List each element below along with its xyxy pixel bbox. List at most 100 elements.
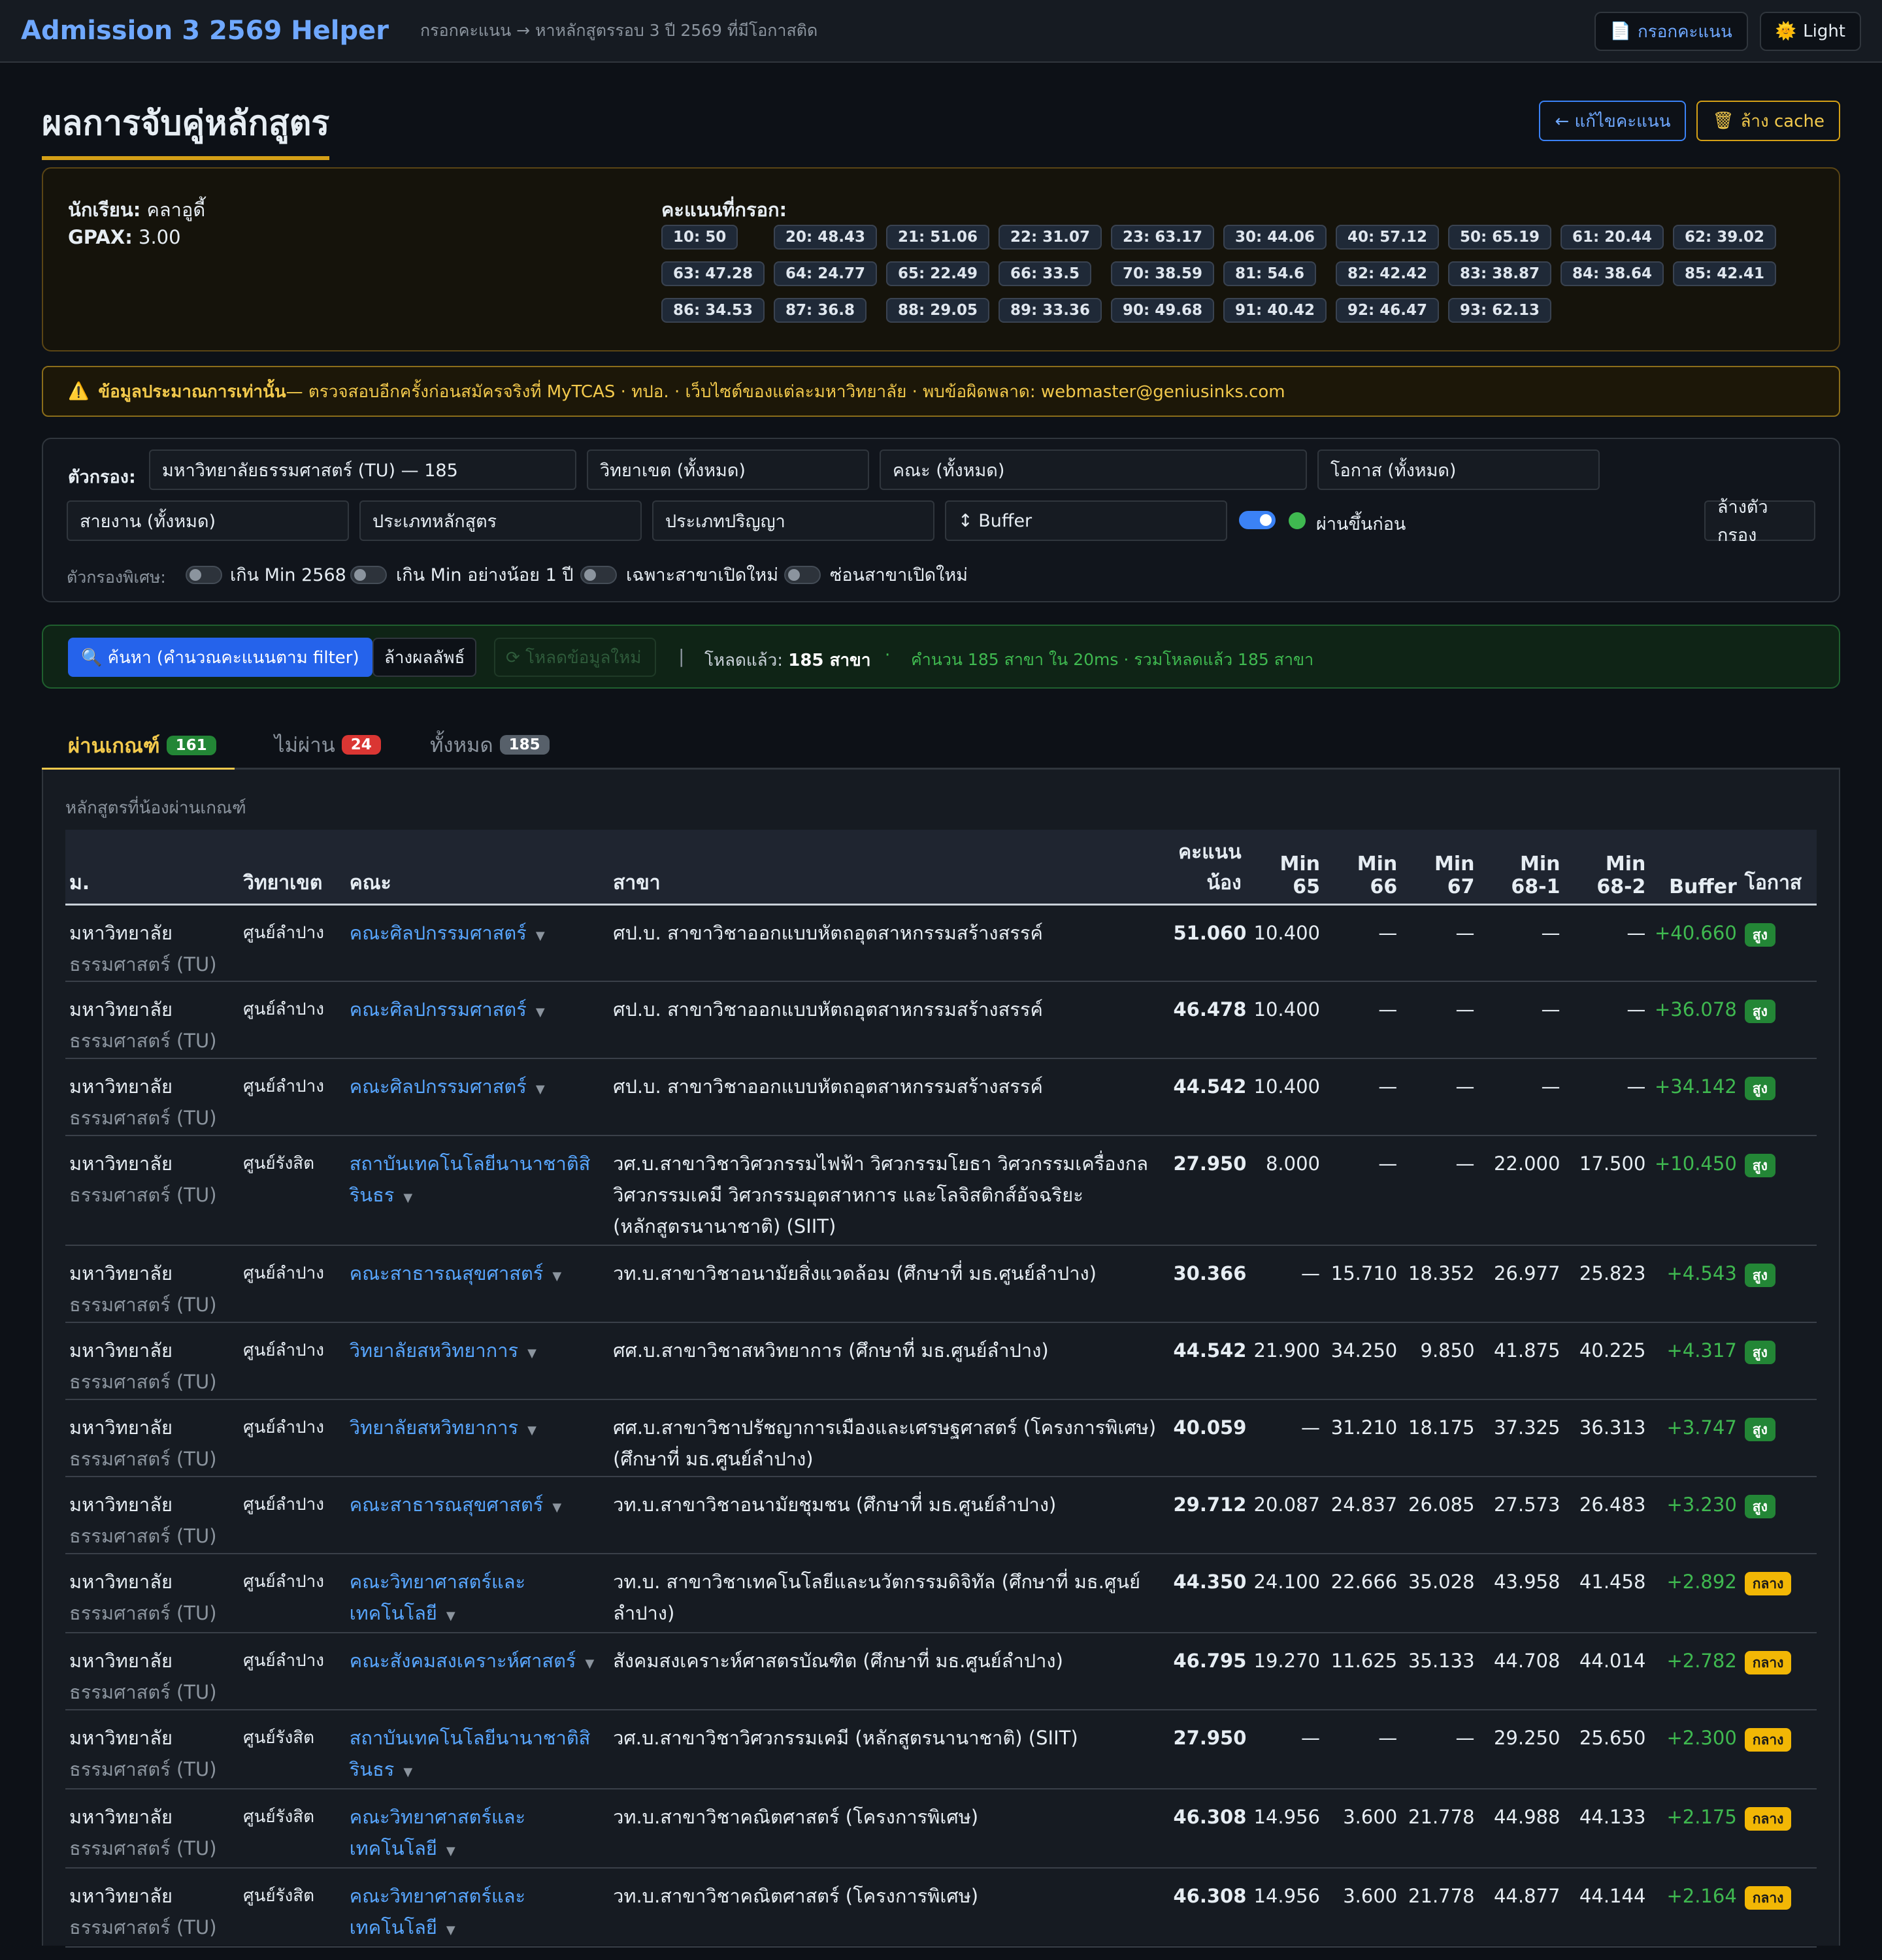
pass-first-toggle[interactable] — [1239, 511, 1276, 529]
cell-min67: — — [1401, 1710, 1479, 1789]
header-min67[interactable]: Min 67 — [1401, 830, 1479, 906]
field-select[interactable]: สายงาน (ทั้งหมด) — [67, 500, 349, 541]
header-buffer[interactable]: Buffer — [1649, 830, 1741, 906]
chevron-down-icon[interactable]: ▼ — [527, 1347, 537, 1360]
faculty-link[interactable]: สถาบันเทคโนโลยีนานาชาติสิรินธร — [350, 1152, 591, 1206]
cell-university: มหาวิทยาลัยธรรมศาสตร์ (TU) — [65, 1399, 240, 1477]
program-type-select[interactable]: ประเภทหลักสูตร — [359, 500, 642, 541]
faculty-link[interactable]: คณะสาธารณสุขศาสตร์ — [350, 1262, 544, 1284]
chevron-down-icon[interactable]: ▼ — [586, 1657, 595, 1671]
chevron-down-icon[interactable]: ▼ — [527, 1424, 537, 1437]
header-min68-1[interactable]: Min 68-1 — [1478, 830, 1564, 906]
faculty-link[interactable]: วิทยาลัยสหวิทยาการ — [350, 1339, 518, 1362]
score-chip: 66: 33.5 — [999, 259, 1111, 289]
reload-data-button[interactable]: ⟳ โหลดข้อมูลใหม่ — [494, 638, 656, 677]
cell-faculty[interactable]: วิทยาลัยสหวิทยาการ ▼ — [345, 1322, 610, 1400]
chevron-down-icon[interactable]: ▼ — [552, 1269, 561, 1283]
tab-passed[interactable]: ผ่านเกณฑ์ 161 — [42, 723, 235, 771]
table-row[interactable]: มหาวิทยาลัย ธรรมศาสตร์ (TU) ศูนย์ลำปาง คณะศ… — [65, 904, 1817, 982]
special-toggle-hide-new[interactable] — [784, 566, 821, 584]
cell-min65: — — [1245, 1710, 1324, 1789]
special-toggle-new-only[interactable] — [580, 566, 617, 584]
header-min67-line1: Min — [1434, 852, 1475, 875]
cell-faculty[interactable]: สถาบันเทคโนโลยีนานาชาติสิรินธร ▼ — [345, 1135, 610, 1246]
search-button[interactable]: 🔍 ค้นหา (คำนวณคะแนนตาม filter) — [68, 638, 372, 677]
chance-badge: กลาง — [1744, 1807, 1792, 1831]
chevron-down-icon[interactable]: ▼ — [536, 929, 545, 943]
faculty-link[interactable]: วิทยาลัยสหวิทยาการ — [350, 1416, 518, 1439]
faculty-link[interactable]: คณะวิทยาศาสตร์และเทคโนโลยี — [350, 1806, 525, 1859]
chevron-down-icon[interactable]: ▼ — [403, 1191, 412, 1205]
cell-faculty[interactable]: คณะวิทยาศาสตร์และเทคโนโลยี ▼ — [345, 1868, 610, 1948]
header-major[interactable]: สาขา — [609, 830, 1170, 906]
campus-select[interactable]: วิทยาเขต (ทั้งหมด) — [587, 449, 869, 490]
header-min65[interactable]: Min 65 — [1245, 830, 1324, 906]
header-university[interactable]: ม. — [65, 830, 240, 906]
faculty-link[interactable]: คณะศิลปกรรมศาสตร์ — [350, 1075, 527, 1098]
table-row[interactable]: มหาวิทยาลัยธรรมศาสตร์ (TU)ศูนย์ลำปางคณะส… — [65, 1947, 1817, 1960]
chevron-down-icon[interactable]: ▼ — [552, 1501, 561, 1514]
clear-cache-button[interactable]: 🗑 ล้าง cache — [1696, 101, 1840, 141]
faculty-link[interactable]: คณะศิลปกรรมศาสตร์ — [350, 922, 527, 944]
buffer-sort-select[interactable]: ↕ Buffer — [945, 500, 1227, 541]
table-row[interactable]: มหาวิทยาลัยธรรมศาสตร์ (TU)ศูนย์ลำปางคณะส… — [65, 1477, 1817, 1554]
cell-faculty[interactable]: คณะสาธารณสุขศาสตร์▼ — [345, 1947, 610, 1960]
special-toggle-over-min-2568[interactable] — [186, 566, 222, 584]
table-row[interactable]: มหาวิทยาลัย ธรรมศาสตร์ (TU) ศูนย์รังสิต คณะ… — [65, 1868, 1817, 1948]
cell-faculty[interactable]: คณะสาธารณสุขศาสตร์ ▼ — [345, 1245, 610, 1323]
degree-type-select[interactable]: ประเภทปริญญา — [652, 500, 934, 541]
cell-faculty[interactable]: คณะสาธารณสุขศาสตร์ ▼ — [345, 1477, 610, 1554]
cell-faculty[interactable]: คณะวิทยาศาสตร์และเทคโนโลยี ▼ — [345, 1789, 610, 1869]
table-row[interactable]: มหาวิทยาลัย ธรรมศาสตร์ (TU) ศูนย์ลำปาง วิทย… — [65, 1399, 1817, 1477]
table-row[interactable]: มหาวิทยาลัย ธรรมศาสตร์ (TU) ศูนย์ลำปาง คณะว… — [65, 1554, 1817, 1633]
chevron-down-icon[interactable]: ▼ — [446, 1923, 455, 1937]
clear-results-button[interactable]: ล้างผลลัพธ์ — [372, 638, 477, 677]
table-row[interactable]: มหาวิทยาลัย ธรรมศาสตร์ (TU) ศูนย์รังสิต คณะ… — [65, 1789, 1817, 1869]
cell-faculty[interactable]: สถาบันเทคโนโลยีนานาชาติสิรินธร ▼ — [345, 1710, 610, 1789]
tab-failed[interactable]: ไม่ผ่าน 24 — [274, 723, 381, 767]
table-row[interactable]: มหาวิทยาลัย ธรรมศาสตร์ (TU) ศูนย์ลำปาง คณะศ… — [65, 981, 1817, 1059]
edit-scores-button[interactable]: ← แก้ไขคะแนน — [1539, 101, 1687, 141]
enter-scores-button[interactable]: 📄 กรอกคะแนน — [1594, 12, 1748, 51]
header-faculty[interactable]: คณะ — [345, 830, 610, 906]
chevron-down-icon[interactable]: ▼ — [403, 1765, 412, 1779]
page-title: ผลการจับคู่หลักสูตร — [42, 95, 330, 160]
header-score[interactable]: คะแนน น้อง — [1169, 830, 1246, 906]
header-min66[interactable]: Min 66 — [1324, 830, 1402, 906]
faculty-select[interactable]: คณะ (ทั้งหมด) — [880, 449, 1307, 490]
chevron-down-icon[interactable]: ▼ — [536, 1083, 545, 1096]
table-row[interactable]: มหาวิทยาลัย ธรรมศาสตร์ (TU) ศูนย์รังสิต สถา… — [65, 1710, 1817, 1789]
cell-campus: ศูนย์ลำปาง — [239, 1322, 346, 1400]
special-toggle-over-min-1yr[interactable] — [350, 566, 387, 584]
table-row[interactable]: มหาวิทยาลัยธรรมศาสตร์ (TU)ศูนย์ลำปางคณะส… — [65, 1633, 1817, 1710]
cell-faculty[interactable]: วิทยาลัยสหวิทยาการ ▼ — [345, 1399, 610, 1477]
cell-faculty[interactable]: คณะศิลปกรรมศาสตร์ ▼ — [345, 1058, 610, 1136]
faculty-link[interactable]: คณะสาธารณสุขศาสตร์ — [350, 1494, 544, 1516]
cell-faculty[interactable]: คณะวิทยาศาสตร์และเทคโนโลยี ▼ — [345, 1554, 610, 1633]
table-row[interactable]: มหาวิทยาลัย ธรรมศาสตร์ (TU) ศูนย์รังสิต สถา… — [65, 1135, 1817, 1246]
faculty-link[interactable]: คณะวิทยาศาสตร์และเทคโนโลยี — [350, 1571, 525, 1624]
header-chance[interactable]: โอกาส — [1740, 830, 1817, 906]
table-row[interactable]: มหาวิทยาลัย ธรรมศาสตร์ (TU) ศูนย์ลำปาง คณะศ… — [65, 1058, 1817, 1136]
cell-faculty[interactable]: คณะสังคมสงเคราะห์ศาสตร์ ▼ — [345, 1633, 610, 1710]
chevron-down-icon[interactable]: ▼ — [446, 1609, 455, 1623]
table-row[interactable]: มหาวิทยาลัย ธรรมศาสตร์ (TU) ศูนย์ลำปาง วิทย… — [65, 1322, 1817, 1400]
chevron-down-icon[interactable]: ▼ — [536, 1005, 545, 1019]
table-row[interactable]: มหาวิทยาลัยธรรมศาสตร์ (TU)ศูนย์ลำปางคณะส… — [65, 1245, 1817, 1323]
tab-all[interactable]: ทั้งหมด 185 — [430, 723, 550, 767]
header-min68-2[interactable]: Min 68-2 — [1564, 830, 1650, 906]
clear-filters-button[interactable]: ล้างตัวกรอง — [1704, 497, 1815, 546]
cell-faculty[interactable]: คณะศิลปกรรมศาสตร์ ▼ — [345, 981, 610, 1059]
faculty-link[interactable]: คณะวิทยาศาสตร์และเทคโนโลยี — [350, 1885, 525, 1938]
chevron-down-icon[interactable]: ▼ — [446, 1844, 455, 1858]
faculty-link[interactable]: สถาบันเทคโนโลยีนานาชาติสิรินธร — [350, 1727, 591, 1780]
cell-faculty[interactable]: คณะศิลปกรรมศาสตร์ ▼ — [345, 904, 610, 982]
faculty-link[interactable]: คณะสังคมสงเคราะห์ศาสตร์ — [350, 1650, 576, 1672]
faculty-link[interactable]: คณะศิลปกรรมศาสตร์ — [350, 998, 527, 1021]
theme-toggle-button[interactable]: 🌞 Light — [1759, 12, 1861, 51]
cell-chance: กลาง — [1740, 1710, 1817, 1789]
university-select[interactable]: มหาวิทยาลัยธรรมศาสตร์ (TU) — 185 — [149, 449, 576, 490]
chance-select[interactable]: โอกาส (ทั้งหมด) — [1317, 449, 1600, 490]
cell-min67: 25.867 — [1401, 1947, 1479, 1960]
header-campus[interactable]: วิทยาเขต — [239, 830, 346, 906]
